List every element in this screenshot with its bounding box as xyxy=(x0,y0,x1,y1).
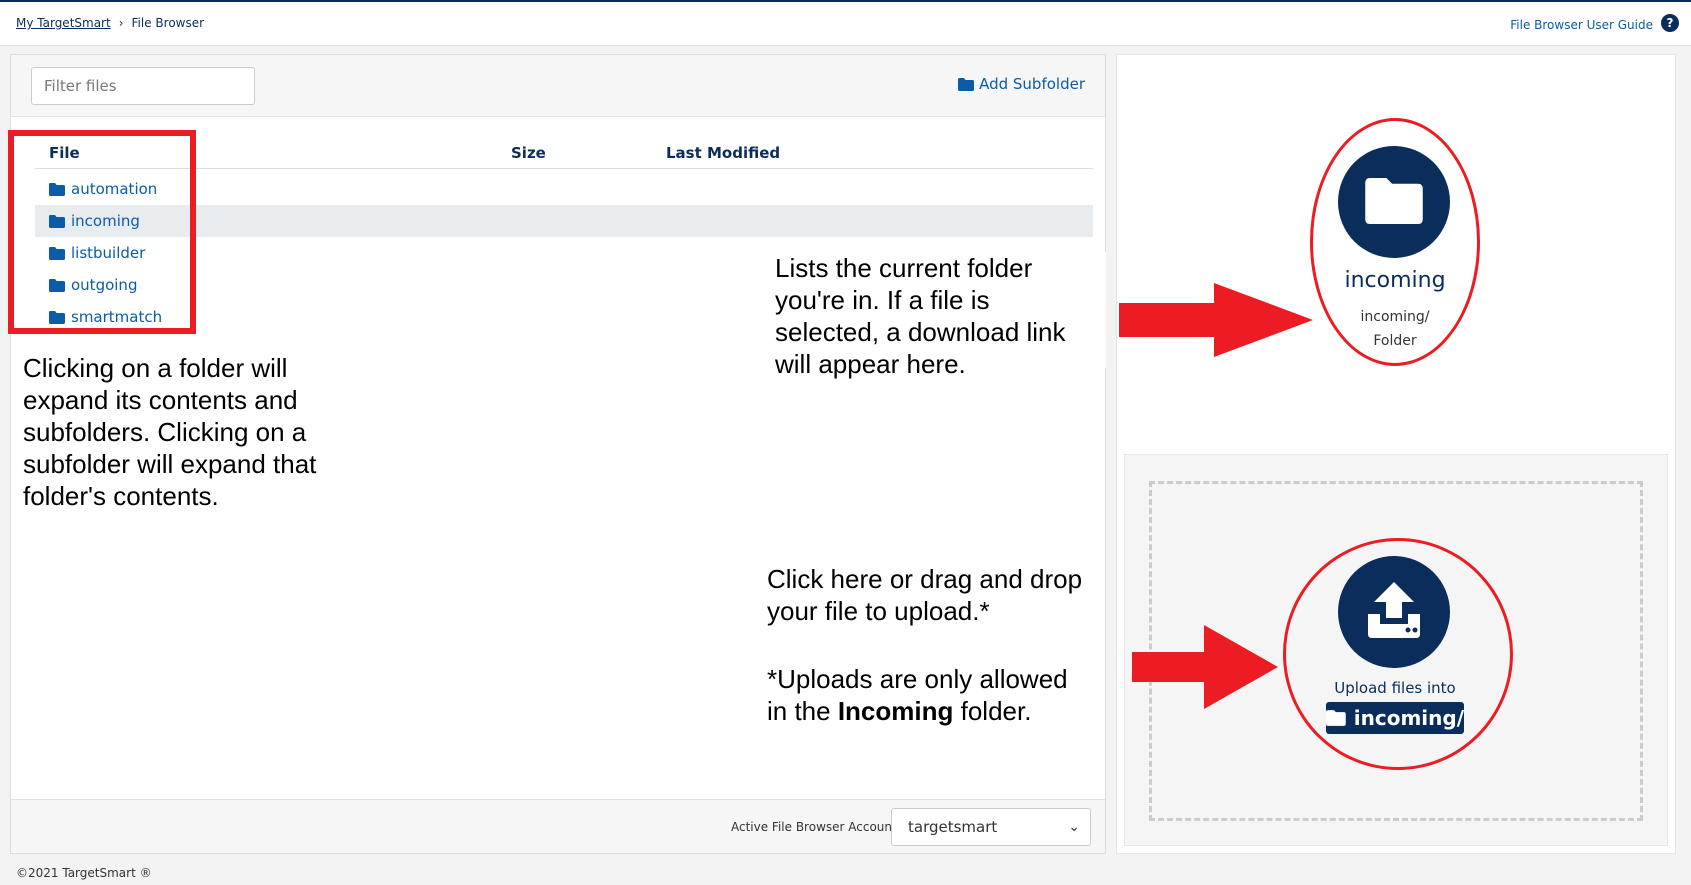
annotation-text: folder. xyxy=(953,696,1032,726)
file-toolbar: Add Subfolder xyxy=(11,55,1105,117)
account-select-value: targetsmart xyxy=(908,818,998,836)
annotation-upload: Click here or drag and drop your file to… xyxy=(767,563,1082,627)
annotation-line: Click here or drag and drop xyxy=(767,564,1083,594)
add-subfolder-label: Add Subfolder xyxy=(979,75,1085,93)
user-guide-link[interactable]: File Browser User Guide xyxy=(1510,18,1653,32)
add-subfolder-button[interactable]: Add Subfolder xyxy=(958,75,1085,93)
copyright: ©2021 TargetSmart ® xyxy=(16,866,152,880)
annotation-line: your file to upload.* xyxy=(767,596,990,626)
account-label: Active File Browser Account: xyxy=(731,820,901,834)
breadcrumb-current: File Browser xyxy=(131,16,205,30)
annotation-line: subfolders. Clicking on a xyxy=(23,417,307,447)
annotation-circle xyxy=(1310,118,1480,366)
annotation-line: subfolder will expand that xyxy=(23,449,317,479)
folder-icon xyxy=(958,77,975,91)
annotation-line: Lists the current folder xyxy=(775,253,1033,283)
annotation-line: expand its contents and xyxy=(23,385,298,415)
account-footer: Active File Browser Account: targetsmart… xyxy=(11,799,1105,853)
annotation-upload-note: *Uploads are only allowed in the Incomin… xyxy=(767,663,1068,727)
account-select[interactable]: targetsmart ⌄ xyxy=(891,808,1091,846)
annotation-arrow-icon xyxy=(1132,625,1278,709)
chevron-right-icon: › xyxy=(118,16,124,30)
annotation-text: in the xyxy=(767,696,838,726)
annotation-folder-help: Clicking on a folder will expand its con… xyxy=(23,352,316,512)
annotation-bold-text: Incoming xyxy=(837,696,954,726)
column-size[interactable]: Size xyxy=(511,144,546,162)
annotation-arrow-icon xyxy=(1119,283,1313,357)
breadcrumb-home-link[interactable]: My TargetSmart xyxy=(16,16,111,30)
annotation-box xyxy=(8,130,196,334)
annotation-line: folder's contents. xyxy=(23,481,219,511)
annotation-line: in the Incoming folder. xyxy=(767,695,1068,727)
annotation-line: *Uploads are only allowed xyxy=(767,664,1068,694)
annotation-line: selected, a download link xyxy=(775,317,1066,347)
annotation-current-folder: Lists the current folder you're in. If a… xyxy=(775,252,1066,380)
annotation-line: will appear here. xyxy=(775,349,966,379)
filter-files-input[interactable] xyxy=(31,67,255,105)
annotation-line: you're in. If a file is xyxy=(775,285,990,315)
question-circle-icon[interactable]: ? xyxy=(1661,14,1679,32)
annotation-line: Clicking on a folder will xyxy=(23,353,288,383)
annotation-circle xyxy=(1283,538,1513,770)
breadcrumb: My TargetSmart › File Browser xyxy=(16,16,204,30)
chevron-down-icon: ⌄ xyxy=(1068,819,1080,835)
top-bar: My TargetSmart › File Browser File Brows… xyxy=(0,0,1691,46)
column-last-modified[interactable]: Last Modified xyxy=(666,144,780,162)
